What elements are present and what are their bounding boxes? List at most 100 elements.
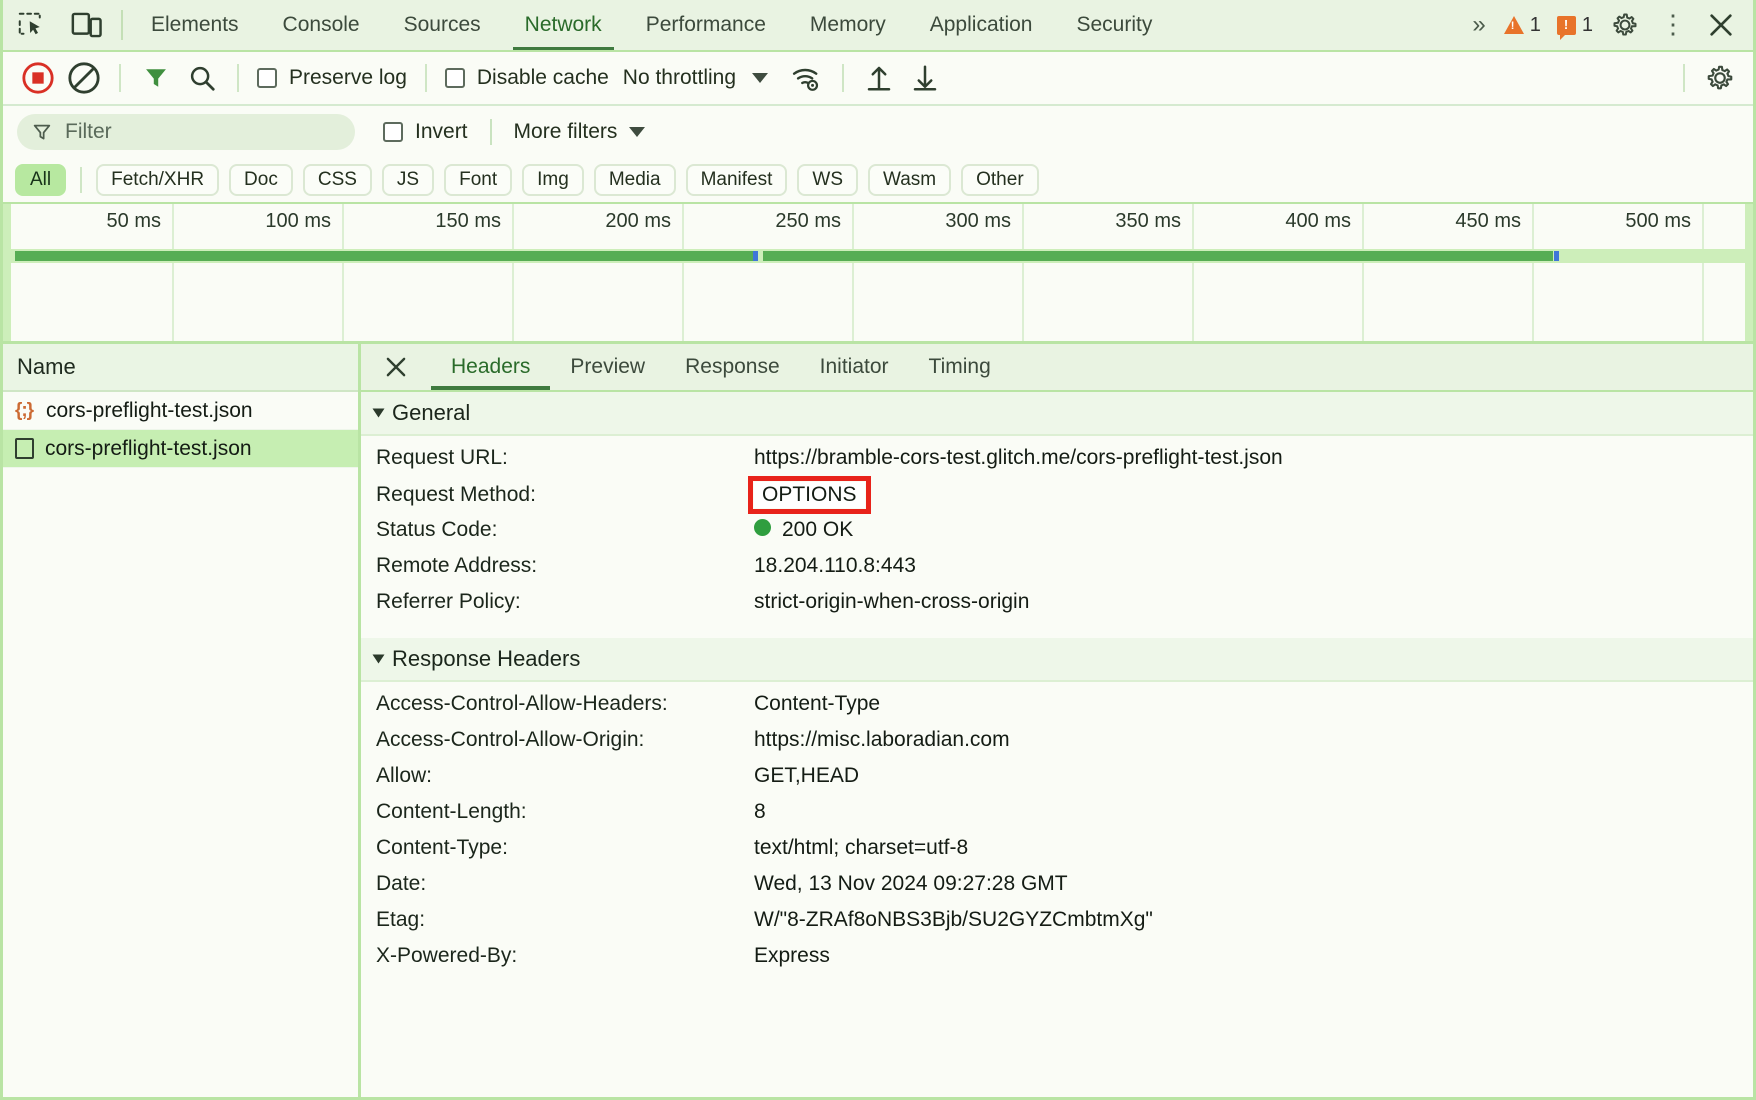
type-chip-ws[interactable]: WS xyxy=(797,164,858,196)
warning-count: 1 xyxy=(1530,14,1541,37)
network-overview[interactable]: 50 ms 100 ms 150 ms 200 ms 250 ms 300 ms… xyxy=(3,204,1753,344)
detail-tab-initiator[interactable]: Initiator xyxy=(800,344,909,390)
close-detail-icon[interactable] xyxy=(361,344,431,390)
kv-key: Content-Length: xyxy=(376,800,754,824)
request-list-header[interactable]: Name xyxy=(3,344,358,392)
filter-divider xyxy=(490,119,492,145)
tab-performance[interactable]: Performance xyxy=(624,0,788,50)
tab-label: Response xyxy=(685,355,780,379)
table-row[interactable]: {;} cors-preflight-test.json xyxy=(3,392,358,430)
invert-checkbox[interactable]: Invert xyxy=(383,120,468,144)
error-count: 1 xyxy=(1582,14,1593,37)
devtools-window: Elements Console Sources Network Perform… xyxy=(0,0,1756,1100)
invert-label: Invert xyxy=(415,120,468,144)
kv-value[interactable]: https://bramble-cors-test.glitch.me/cors… xyxy=(754,446,1283,470)
overview-request-marker-2 xyxy=(1554,251,1559,261)
request-name: cors-preflight-test.json xyxy=(46,399,253,423)
record-button[interactable] xyxy=(15,57,61,99)
kebab-glyph: ⋮ xyxy=(1660,17,1686,33)
type-chip-manifest[interactable]: Manifest xyxy=(686,164,788,196)
error-message-icon xyxy=(1557,16,1576,35)
kv-referrer-policy: Referrer Policy: strict-origin-when-cros… xyxy=(361,590,1753,626)
close-devtools-icon[interactable] xyxy=(1697,0,1745,51)
throttling-select[interactable]: No throttling xyxy=(615,66,776,90)
overview-tick-label: 250 ms xyxy=(775,210,850,233)
toolbar-divider-5 xyxy=(1683,64,1685,92)
json-file-icon: {;} xyxy=(13,400,35,422)
detail-tab-timing[interactable]: Timing xyxy=(909,344,1011,390)
kv-remote-address: Remote Address: 18.204.110.8:443 xyxy=(361,554,1753,590)
response-headers-section-header[interactable]: Response Headers xyxy=(361,638,1753,682)
table-row[interactable]: cors-preflight-test.json xyxy=(3,430,358,468)
kv-key: Content-Type: xyxy=(376,836,754,860)
kv-allow: Allow: GET,HEAD xyxy=(361,764,1753,800)
section-title: Response Headers xyxy=(392,646,580,672)
error-badge[interactable]: 1 xyxy=(1549,14,1601,37)
overview-tick-label: 200 ms xyxy=(605,210,680,233)
kv-request-method: Request Method: OPTIONS xyxy=(361,482,1753,518)
clear-button[interactable] xyxy=(61,57,107,99)
section-spacer xyxy=(361,626,1753,638)
detail-tab-response[interactable]: Response xyxy=(665,344,800,390)
network-conditions-button[interactable] xyxy=(784,57,830,99)
tab-memory[interactable]: Memory xyxy=(788,0,908,50)
kv-key: Request URL: xyxy=(376,446,754,470)
tab-sources[interactable]: Sources xyxy=(382,0,503,50)
chip-divider xyxy=(80,167,82,193)
devtools-tabbar: Elements Console Sources Network Perform… xyxy=(3,0,1753,52)
type-chip-font[interactable]: Font xyxy=(444,164,512,196)
tab-network[interactable]: Network xyxy=(503,0,624,50)
export-har-button[interactable] xyxy=(902,57,948,99)
kv-key: Allow: xyxy=(376,764,754,788)
detail-tab-preview[interactable]: Preview xyxy=(550,344,665,390)
disable-cache-checkbox[interactable]: Disable cache xyxy=(439,66,615,90)
kv-status-code: Status Code: 200 OK xyxy=(361,518,1753,554)
filter-toggle-icon[interactable] xyxy=(133,57,179,99)
general-section-header[interactable]: General xyxy=(361,392,1753,436)
type-chip-img[interactable]: Img xyxy=(522,164,584,196)
network-settings-button[interactable] xyxy=(1697,57,1743,99)
wifi-settings-icon xyxy=(791,63,823,93)
chevron-down-icon xyxy=(373,655,385,664)
kv-value-highlighted[interactable]: OPTIONS xyxy=(754,482,865,508)
type-chip-fetch-xhr[interactable]: Fetch/XHR xyxy=(96,164,219,196)
kv-key: Access-Control-Allow-Headers: xyxy=(376,692,754,716)
type-chip-css[interactable]: CSS xyxy=(303,164,372,196)
kv-value: https://misc.laboradian.com xyxy=(754,728,1010,752)
type-chip-wasm[interactable]: Wasm xyxy=(868,164,951,196)
gear-glyph xyxy=(1611,11,1639,39)
type-chip-media[interactable]: Media xyxy=(594,164,676,196)
inspect-element-icon[interactable] xyxy=(3,0,59,50)
settings-gear-icon[interactable] xyxy=(1601,0,1649,51)
type-chip-doc[interactable]: Doc xyxy=(229,164,293,196)
tab-label: Application xyxy=(930,13,1033,37)
kv-etag: Etag: W/"8-ZRAf8oNBS3Bjb/SU2GYZCmbtmXg" xyxy=(361,908,1753,944)
status-text: 200 OK xyxy=(782,518,853,541)
tab-security[interactable]: Security xyxy=(1054,0,1174,50)
type-chip-all[interactable]: All xyxy=(15,164,66,196)
type-chip-js[interactable]: JS xyxy=(382,164,434,196)
import-har-button[interactable] xyxy=(856,57,902,99)
kv-value: Wed, 13 Nov 2024 09:27:28 GMT xyxy=(754,872,1068,896)
detail-tab-headers[interactable]: Headers xyxy=(431,344,550,390)
more-options-kebab-icon[interactable]: ⋮ xyxy=(1649,0,1697,51)
kv-value: 200 OK xyxy=(754,518,853,542)
more-tabs-icon[interactable]: » xyxy=(1460,11,1495,39)
kv-key: Remote Address: xyxy=(376,554,754,578)
filter-input[interactable]: Filter xyxy=(17,114,355,150)
chip-label: Media xyxy=(609,169,661,191)
device-toolbar-icon[interactable] xyxy=(59,0,115,50)
tab-application[interactable]: Application xyxy=(908,0,1055,50)
checkbox-box xyxy=(257,68,277,88)
tab-label: Initiator xyxy=(820,355,889,379)
search-toggle-icon[interactable] xyxy=(179,57,225,99)
type-chip-other[interactable]: Other xyxy=(961,164,1039,196)
chip-label: Fetch/XHR xyxy=(111,169,204,191)
warning-badge[interactable]: 1 xyxy=(1496,14,1549,37)
tab-elements[interactable]: Elements xyxy=(129,0,261,50)
tab-label: Timing xyxy=(929,355,991,379)
preserve-log-checkbox[interactable]: Preserve log xyxy=(251,66,413,90)
kv-value: text/html; charset=utf-8 xyxy=(754,836,968,860)
tab-console[interactable]: Console xyxy=(261,0,382,50)
more-filters-dropdown[interactable]: More filters xyxy=(514,120,646,144)
